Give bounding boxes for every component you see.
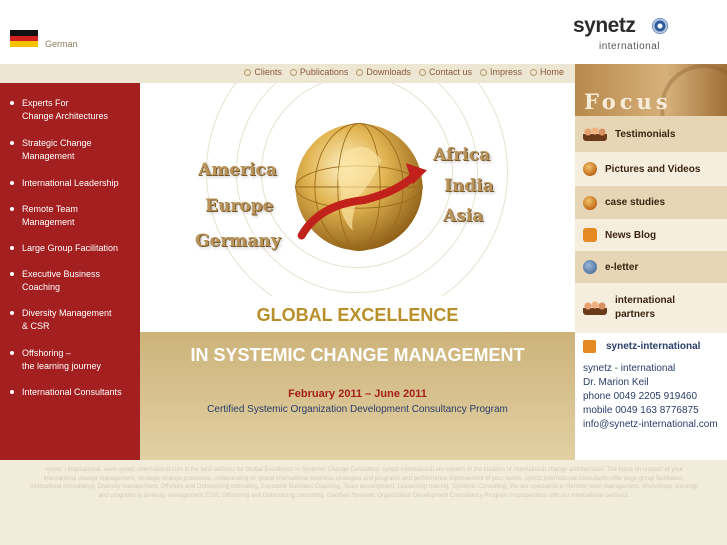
contact-title[interactable]: synetz-international: [606, 341, 700, 352]
focus-label: international: [615, 295, 676, 306]
people-icon: [583, 127, 607, 141]
focus-label: Pictures and Videos: [605, 163, 701, 175]
contact-company: synetz - international: [583, 363, 676, 374]
sidebar-label: International Consultants: [22, 387, 122, 397]
globe-icon: [583, 162, 597, 176]
hero-word-germany: Germany: [195, 231, 281, 251]
focus-item-pictures-videos[interactable]: Pictures and Videos: [575, 152, 727, 186]
nav-publications[interactable]: Publications: [289, 67, 349, 77]
sidebar-label: Offshoring –: [22, 348, 71, 358]
sidebar-label: Large Group Facilitation: [22, 243, 119, 253]
logo-subtitle: international: [599, 41, 660, 52]
bullet-icon: [10, 181, 14, 185]
sidebar-item-strategic-change[interactable]: Strategic Change Management: [10, 137, 135, 163]
globe-image: [295, 123, 427, 251]
sidebar-label: Strategic Change: [22, 138, 92, 148]
contact-icon: [583, 340, 596, 353]
logo-wordmark[interactable]: synetz: [573, 14, 636, 38]
hero-word-india: India: [444, 176, 494, 196]
bullet-icon: [10, 390, 14, 394]
hero-word-america: America: [198, 160, 277, 180]
sidebar-label: Executive Business: [22, 269, 101, 279]
contact-person: Dr. Marion Keil: [583, 377, 649, 388]
nav-clients[interactable]: Clients: [244, 67, 282, 77]
contact-phone: phone 0049 2205 919460: [583, 391, 698, 402]
focus-item-news-blog[interactable]: News Blog: [575, 219, 727, 251]
bullet-icon: [10, 101, 14, 105]
hero-word-asia: Asia: [443, 206, 484, 226]
sidebar-label: Diversity Management: [22, 308, 112, 318]
hero-word-africa: Africa: [433, 145, 490, 165]
circle-bullet-icon: [479, 68, 487, 76]
sidebar-item-coaching[interactable]: Executive Business Coaching: [10, 268, 135, 294]
focus-title: Focus: [584, 89, 672, 114]
bullet-icon: [10, 272, 14, 276]
sidebar-label: Management: [22, 217, 75, 227]
bullet-icon: [10, 351, 14, 355]
focus-label: partners: [615, 309, 656, 320]
nav-home[interactable]: Home: [529, 67, 564, 77]
logo-target-icon: [652, 18, 668, 34]
news-icon: [583, 228, 597, 242]
focus-label: Testimonials: [615, 128, 676, 140]
circle-bullet-icon: [529, 68, 537, 76]
headline: GLOBAL EXCELLENCE: [256, 305, 459, 325]
nav-label: Home: [539, 67, 564, 77]
contact-email[interactable]: info@synetz-international.com: [583, 419, 718, 430]
sidebar-label: Change Architectures: [22, 111, 109, 121]
people-icon: [583, 301, 607, 315]
sidebar-item-diversity[interactable]: Diversity Management & CSR: [10, 307, 135, 333]
focus-label: case studies: [605, 197, 666, 208]
hero-word-europe: Europe: [205, 196, 274, 216]
focus-label: News Blog: [605, 229, 657, 241]
german-flag-icon[interactable]: [10, 30, 38, 47]
sidebar-label: International Leadership: [22, 178, 119, 188]
sidebar-item-remote-team[interactable]: Remote Team Management: [10, 203, 135, 229]
bullet-icon: [10, 141, 14, 145]
sidebar-item-consultants[interactable]: International Consultants: [10, 386, 135, 399]
focus-item-partners[interactable]: international partners: [575, 283, 727, 333]
sidebar-label: Coaching: [22, 282, 61, 292]
focus-label: e-letter: [605, 261, 639, 273]
circle-bullet-icon: [289, 68, 297, 76]
subheadline: IN SYSTEMIC CHANGE MANAGEMENT: [190, 345, 525, 365]
language-link[interactable]: German: [45, 39, 78, 49]
nav-label: Contact us: [428, 67, 472, 77]
sidebar-item-large-group[interactable]: Large Group Facilitation: [10, 242, 135, 255]
circle-bullet-icon: [418, 68, 426, 76]
sidebar-label: Experts For: [22, 98, 69, 108]
bullet-icon: [10, 311, 14, 315]
focus-item-e-letter[interactable]: e-letter: [575, 251, 727, 283]
sidebar-label: Management: [22, 151, 75, 161]
program-dates: February 2011 – June 2011: [288, 388, 427, 400]
bullet-icon: [10, 246, 14, 250]
circle-bullet-icon: [244, 68, 252, 76]
nav-downloads[interactable]: Downloads: [356, 67, 411, 77]
globe-icon: [583, 195, 597, 210]
top-nav: Clients Publications Downloads Contact u…: [236, 67, 564, 77]
sidebar-item-leadership[interactable]: International Leadership: [10, 177, 135, 190]
sidebar-item-offshoring[interactable]: Offshoring – the learning journey: [10, 347, 135, 373]
circle-bullet-icon: [356, 68, 364, 76]
sidebar-label: the learning journey: [22, 361, 102, 371]
letter-icon: [583, 260, 597, 274]
sidebar-item-experts[interactable]: Experts For Change Architectures: [10, 97, 135, 123]
focus-item-testimonials[interactable]: Testimonials: [575, 116, 727, 152]
nav-label: Publications: [299, 67, 349, 77]
nav-label: Impress: [489, 67, 522, 77]
sidebar-label: & CSR: [22, 321, 50, 331]
nav-impress[interactable]: Impress: [479, 67, 522, 77]
focus-item-case-studies[interactable]: case studies: [575, 186, 727, 219]
bullet-icon: [10, 207, 14, 211]
contact-mobile: mobile 0049 163 8776875: [583, 405, 699, 416]
nav-contact[interactable]: Contact us: [418, 67, 472, 77]
program-link[interactable]: Certified Systemic Organization Developm…: [140, 404, 575, 415]
nav-label: Clients: [254, 67, 282, 77]
footer-seo-text: synetz - international, www.synetz-inter…: [29, 467, 699, 499]
nav-label: Downloads: [366, 67, 411, 77]
sidebar-label: Remote Team: [22, 204, 78, 214]
